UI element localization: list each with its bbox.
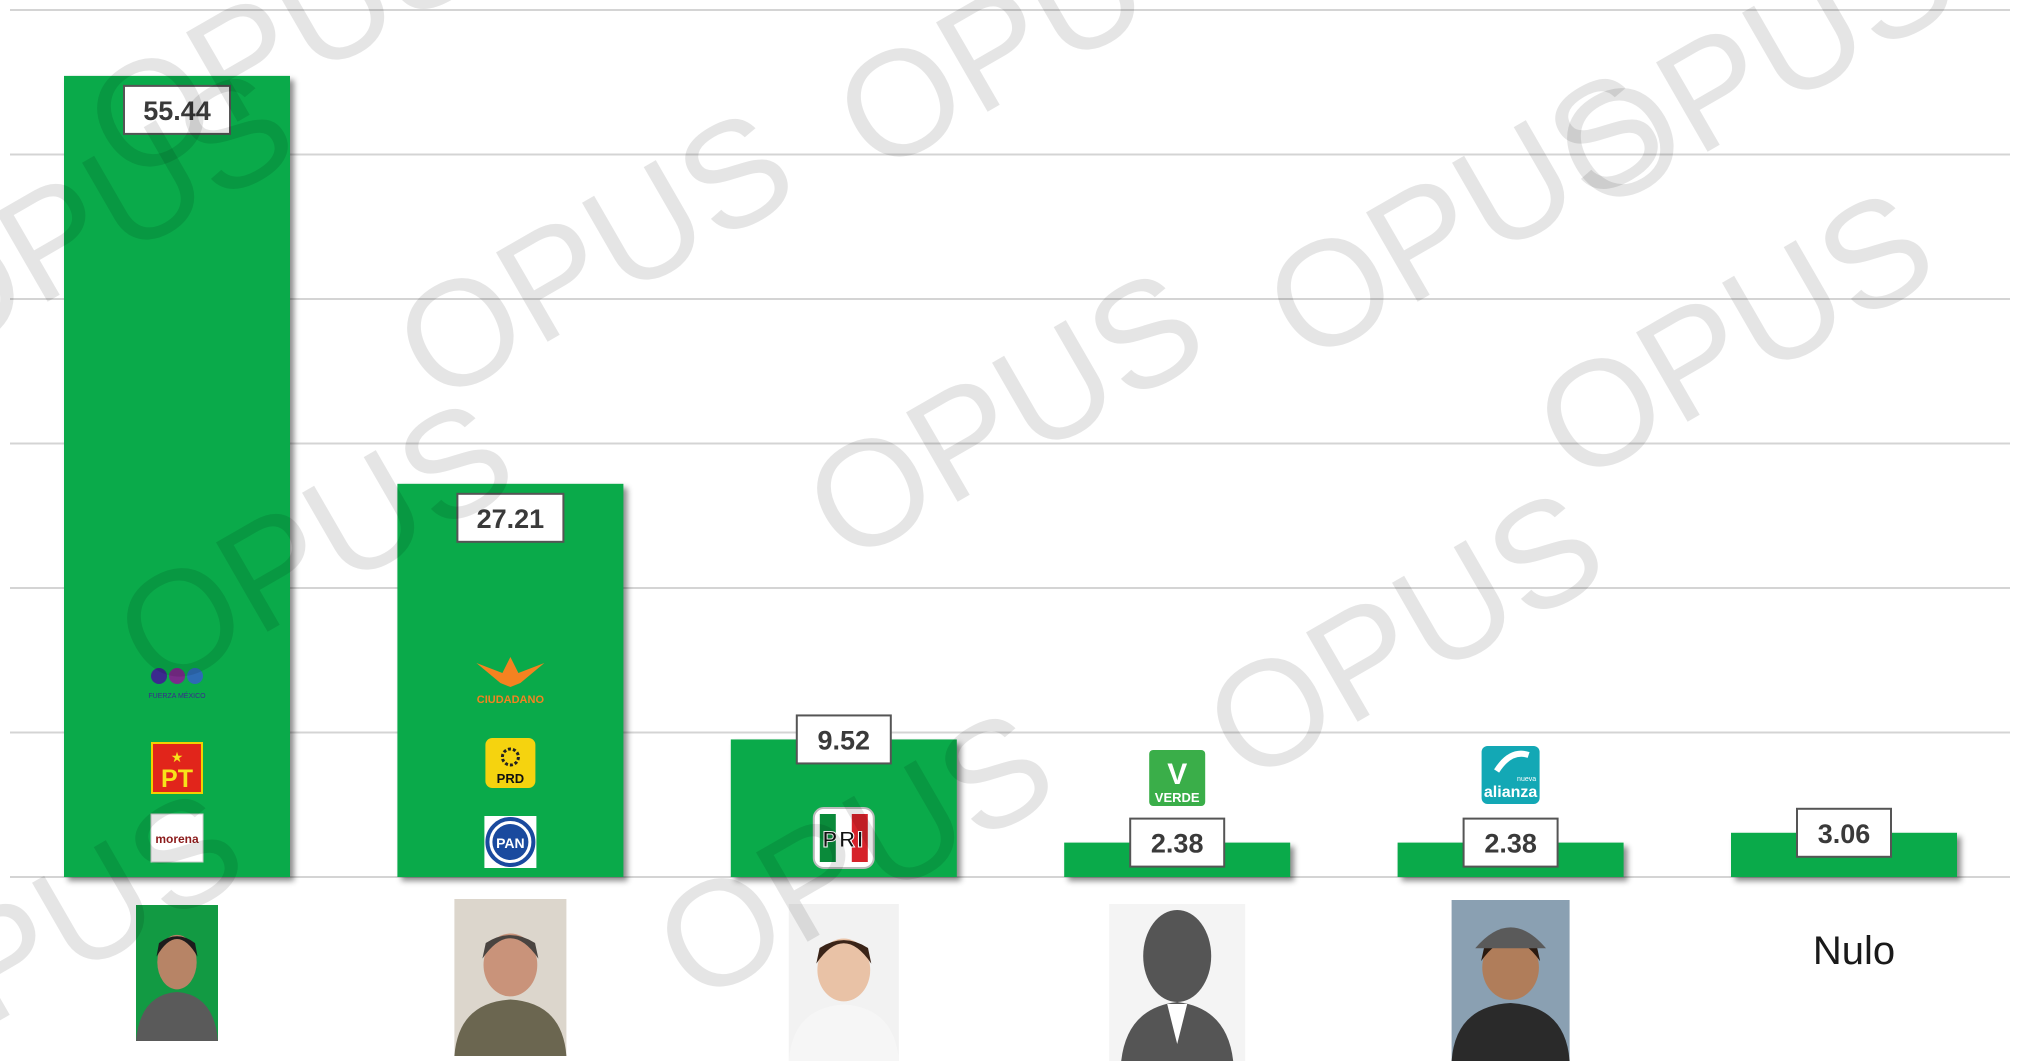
svg-text:morena: morena <box>155 832 199 846</box>
data-label-text: 27.21 <box>477 504 545 534</box>
candidate-photo-woman <box>788 904 899 1061</box>
candidate-photo-man-cap <box>1451 900 1570 1061</box>
data-label: 27.21 <box>456 492 565 543</box>
bars <box>64 75 1957 878</box>
svg-text:VERDE: VERDE <box>1155 790 1200 805</box>
data-label: 2.38 <box>1129 817 1226 868</box>
svg-text:nueva: nueva <box>1517 776 1536 783</box>
data-label: 9.52 <box>795 714 892 765</box>
svg-text:FUERZA MÉXICO: FUERZA MÉXICO <box>148 691 206 700</box>
prd-logo: PRD <box>485 738 536 788</box>
category-labels: Nulo <box>1813 929 1895 973</box>
svg-text:★: ★ <box>171 750 184 766</box>
candidate-photo-man <box>454 899 567 1056</box>
bar-chart: 55.44 27.21 9.52 2.38 2.38 3.06 morena ★PT FUER… <box>10 9 2010 1061</box>
data-label-text: 9.52 <box>818 725 871 755</box>
svg-text:V: V <box>1167 758 1187 791</box>
value-labels: 55.44 27.21 9.52 2.38 2.38 3.06 <box>123 84 1892 868</box>
data-label-text: 2.38 <box>1484 829 1537 859</box>
pri-logo: PRI <box>812 807 875 869</box>
category-label: Nulo <box>1813 929 1895 973</box>
data-label: 2.38 <box>1462 817 1559 868</box>
gridlines <box>10 9 2010 878</box>
svg-text:PT: PT <box>161 765 193 793</box>
svg-text:PRI: PRI <box>822 827 865 852</box>
silhouette-woman-icon <box>1109 904 1246 1061</box>
candidate-photo-man <box>136 905 218 1041</box>
svg-text:CIUDADANO: CIUDADANO <box>477 694 545 706</box>
svg-text:PRD: PRD <box>497 771 524 786</box>
data-label: 55.44 <box>123 84 231 135</box>
morena-logo: morena <box>150 813 204 863</box>
data-label: 3.06 <box>1796 807 1892 858</box>
pt-logo: ★PT <box>151 742 203 794</box>
pan-logo: PAN <box>484 816 537 868</box>
svg-text:alianza: alianza <box>1484 784 1537 801</box>
verde-logo: VVERDE <box>1149 750 1206 806</box>
svg-text:PAN: PAN <box>496 835 525 851</box>
data-label-text: 55.44 <box>143 96 211 126</box>
data-label-text: 3.06 <box>1818 819 1871 849</box>
candidate-photos <box>136 899 1570 1061</box>
nueva-alianza-logo: nuevaalianza <box>1481 746 1540 804</box>
data-label-text: 2.38 <box>1151 829 1204 859</box>
